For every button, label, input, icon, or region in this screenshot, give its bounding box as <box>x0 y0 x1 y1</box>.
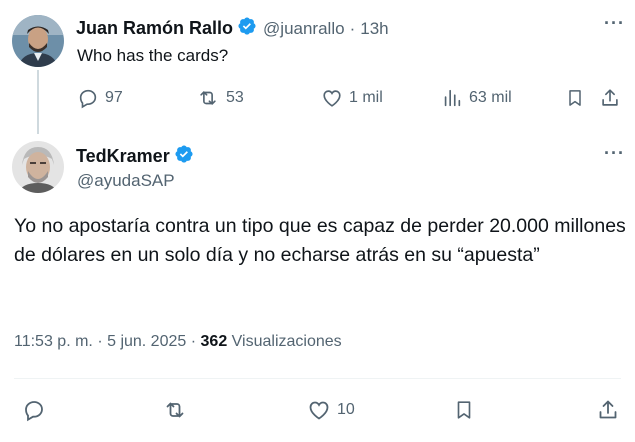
reply-button[interactable]: 97 <box>77 87 123 109</box>
avatar-ayudasap[interactable] <box>12 141 64 193</box>
author-name[interactable]: Juan Ramón Rallo <box>76 18 233 39</box>
reply-icon <box>22 398 46 422</box>
like-button[interactable]: 1 mil <box>321 87 383 109</box>
bookmark-icon <box>565 87 585 109</box>
tweet-meta: 11:53 p. m. · 5 jun. 2025 · 362 Visualiz… <box>14 333 342 351</box>
views-count: 362 <box>200 333 228 350</box>
share-button[interactable] <box>596 398 620 422</box>
main-header: TedKramer <box>76 144 194 169</box>
bookmark-button[interactable] <box>453 398 475 422</box>
bookmark-icon <box>453 398 475 422</box>
tweet-time[interactable]: 11:53 p. m. <box>14 333 93 350</box>
like-button[interactable]: 10 <box>307 398 355 422</box>
views-count: 63 mil <box>469 89 512 106</box>
like-count: 1 mil <box>349 89 383 106</box>
verified-icon <box>237 16 257 41</box>
author-handle[interactable]: @juanrallo <box>263 19 345 39</box>
share-button[interactable] <box>599 87 621 109</box>
separator-dot: · <box>349 18 356 38</box>
views-label: Visualizaciones <box>231 333 342 350</box>
reply-icon <box>77 87 99 109</box>
author-handle[interactable]: @ayudaSAP <box>77 171 175 191</box>
views-icon <box>441 87 463 109</box>
author-name[interactable]: TedKramer <box>76 146 170 167</box>
reply-count: 97 <box>105 89 123 106</box>
like-icon <box>307 398 331 422</box>
thread-connector-line <box>37 70 39 134</box>
share-icon <box>596 398 620 422</box>
reply-to-text: Who has the cards? <box>77 46 229 65</box>
divider <box>14 378 621 379</box>
like-icon <box>321 87 343 109</box>
separator-dot: · <box>190 333 197 350</box>
separator-dot: · <box>97 333 103 350</box>
verified-icon <box>174 144 194 169</box>
repost-button[interactable] <box>162 398 188 422</box>
repost-icon <box>196 87 220 109</box>
more-icon[interactable]: ··· <box>604 143 625 164</box>
tweet-date[interactable]: 5 jun. 2025 <box>107 333 186 350</box>
repost-icon <box>162 398 188 422</box>
avatar-juanrallo[interactable] <box>12 15 64 67</box>
reply-to-header: Juan Ramón Rallo @juanrallo · 13h <box>76 16 389 41</box>
bookmark-button[interactable] <box>565 87 585 109</box>
share-icon <box>599 87 621 109</box>
like-count: 10 <box>337 401 355 418</box>
tweet-time[interactable]: 13h <box>360 19 388 39</box>
views-button[interactable]: 63 mil <box>441 87 512 109</box>
more-icon[interactable]: ··· <box>604 13 625 34</box>
tweet-text: Yo no apostaría contra un tipo que es ca… <box>14 215 626 266</box>
repost-button[interactable]: 53 <box>196 87 244 109</box>
reply-button[interactable] <box>22 398 46 422</box>
repost-count: 53 <box>226 89 244 106</box>
